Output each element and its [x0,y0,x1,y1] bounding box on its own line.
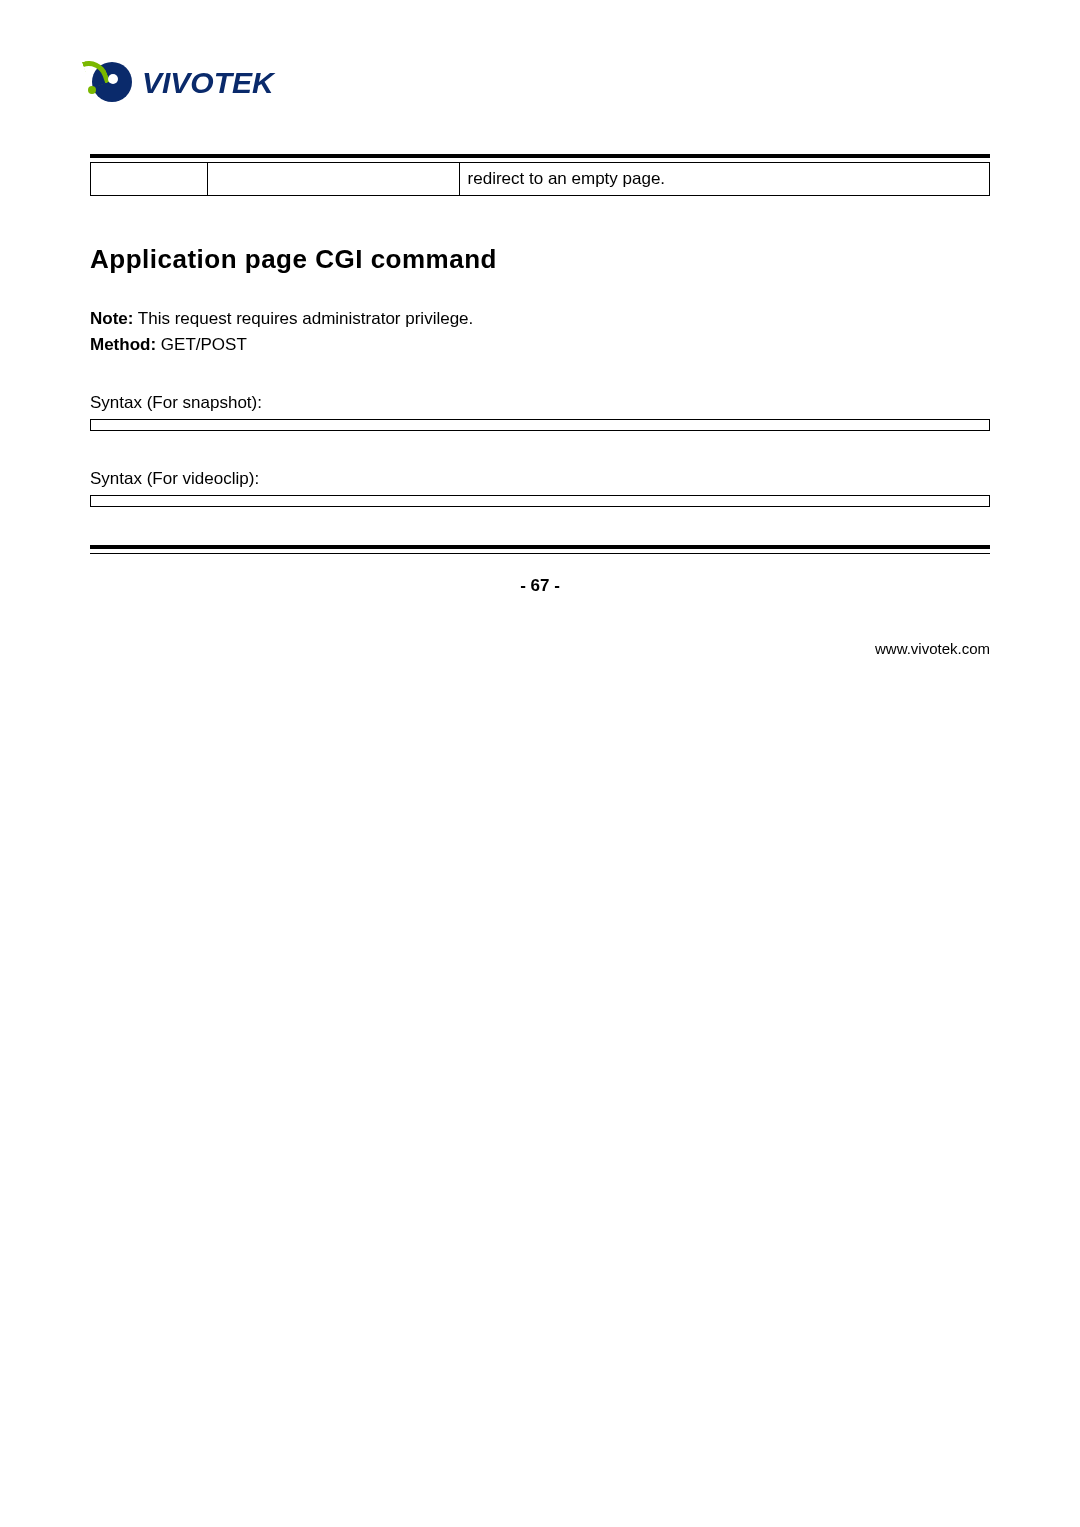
cell-description: redirect to an empty page. [459,163,989,196]
snapshot-syntax-content [91,420,990,431]
logo-icon [90,60,136,106]
note-line: Note: This request requires administrato… [90,309,990,329]
logo-text: VIVOTEK [142,66,274,100]
logo: VIVOTEK [90,60,990,106]
section-heading: Application page CGI command [90,244,990,275]
snapshot-syntax-label: Syntax (For snapshot): [90,393,990,413]
cell-empty-1 [91,163,208,196]
method-label: Method: [90,335,156,354]
top-table-fragment: redirect to an empty page. [90,163,990,196]
videoclip-syntax-label: Syntax (For videoclip): [90,469,990,489]
page-number: - 67 - [90,576,990,596]
site-url: www.vivotek.com [90,640,990,657]
note-label: Note: [90,309,133,328]
cell-empty-2 [207,163,459,196]
table-row: redirect to an empty page. [91,163,990,196]
footer-rule [90,545,990,554]
videoclip-syntax-box [90,495,990,507]
snapshot-syntax-box [90,419,990,431]
header-rule [90,154,990,163]
method-text: GET/POST [156,335,247,354]
note-text: This request requires administrator priv… [133,309,473,328]
videoclip-syntax-content [91,496,990,507]
method-line: Method: GET/POST [90,335,990,355]
